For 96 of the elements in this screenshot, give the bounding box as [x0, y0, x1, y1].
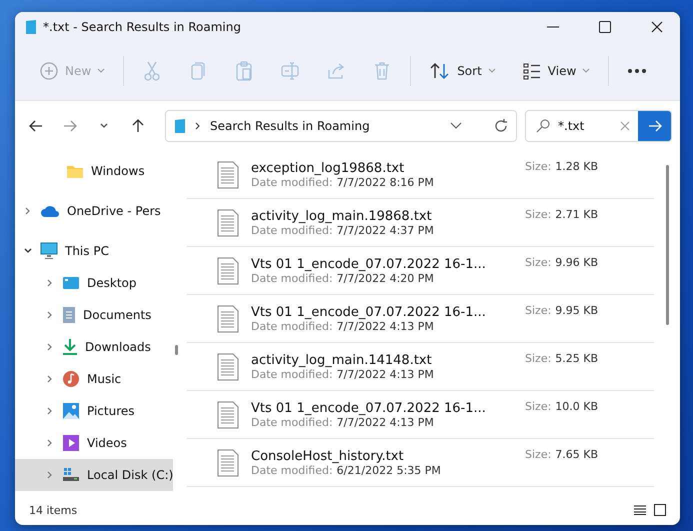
paste-icon — [234, 60, 254, 82]
file-name[interactable]: ConsoleHost_history.txt — [251, 448, 404, 464]
sort-button[interactable]: Sort — [417, 53, 508, 89]
sidebar-item[interactable]: Pictures — [15, 395, 174, 427]
file-size: 9.95 KB — [555, 304, 598, 317]
desktop-icon — [62, 276, 80, 290]
search-icon — [536, 119, 550, 133]
text-file-icon — [217, 160, 239, 188]
date-label: Date modified: — [251, 320, 333, 332]
maximize-icon — [599, 21, 611, 33]
file-size: 10.0 KB — [555, 400, 598, 413]
date-modified: 7/7/2022 4:37 PM — [336, 224, 434, 236]
chevron-down-icon — [99, 122, 109, 130]
size-label: Size: — [525, 208, 552, 221]
up-arrow-icon — [132, 119, 144, 133]
item-count: 14 items — [29, 504, 78, 516]
size-label: Size: — [525, 352, 552, 365]
size-label: Size: — [525, 400, 552, 413]
file-size: 5.25 KB — [555, 352, 598, 365]
sidebar-item[interactable]: Downloads — [15, 331, 174, 363]
download-icon — [62, 338, 78, 356]
date-modified: 7/7/2022 4:13 PM — [336, 368, 434, 380]
file-size: 7.65 KB — [555, 448, 598, 461]
size-label: Size: — [525, 160, 552, 173]
date-label: Date modified: — [251, 368, 333, 380]
date-modified: 7/7/2022 8:16 PM — [336, 176, 434, 188]
forward-arrow-icon — [63, 120, 77, 132]
date-label: Date modified: — [251, 176, 333, 188]
tiles-view-icon — [654, 504, 666, 516]
file-name[interactable]: Vts 01 1_encode_07.07.2022 16-1... — [251, 304, 486, 320]
size-label: Size: — [525, 304, 552, 317]
more-icon — [627, 68, 648, 74]
file-size: 9.96 KB — [555, 256, 598, 269]
share-icon — [326, 61, 346, 81]
date-label: Date modified: — [251, 272, 333, 284]
monitor-icon — [40, 242, 58, 260]
sidebar-item[interactable]: Videos — [15, 427, 174, 459]
clear-icon — [620, 121, 630, 131]
file-size: 1.28 KB — [555, 160, 598, 173]
sidebar-item[interactable]: Desktop — [15, 267, 174, 299]
window-title: *.txt - Search Results in Roaming — [43, 20, 242, 34]
search-go-button[interactable] — [638, 111, 671, 141]
list-view-icon — [522, 61, 542, 81]
arrow-right-icon — [648, 120, 662, 132]
file-size: 2.71 KB — [555, 208, 598, 221]
text-file-icon — [217, 352, 239, 380]
caret-icon — [488, 68, 496, 74]
size-label: Size: — [525, 256, 552, 269]
text-file-icon — [217, 208, 239, 236]
sidebar-item[interactable]: Local Disk (C:) — [15, 459, 174, 491]
music-icon — [62, 370, 80, 388]
text-file-icon — [217, 448, 239, 476]
caret-icon — [582, 68, 590, 74]
sidebar-item[interactable]: Documents — [15, 299, 174, 331]
details-view-icon — [634, 505, 646, 515]
rename-icon — [280, 61, 300, 81]
scrollbar-thumb[interactable] — [666, 165, 668, 325]
cloud-icon — [40, 204, 60, 218]
address-bar[interactable]: Search Results in Roaming — [165, 110, 517, 142]
file-name[interactable]: Vts 01 1_encode_07.07.2022 16-1... — [251, 400, 486, 416]
date-modified: 7/7/2022 4:13 PM — [336, 416, 434, 428]
chevron-down-icon — [450, 122, 462, 130]
search-box[interactable]: *.txt — [525, 110, 672, 142]
chevron-right-icon — [194, 121, 202, 131]
sidebar-item[interactable]: Music — [15, 363, 174, 395]
file-name[interactable]: exception_log19868.txt — [251, 160, 404, 176]
date-label: Date modified: — [251, 416, 333, 428]
minimize-icon — [547, 26, 559, 28]
file-name[interactable]: activity_log_main.19868.txt — [251, 208, 432, 224]
video-icon — [62, 434, 80, 452]
cut-icon — [142, 60, 162, 82]
view-button[interactable]: View — [510, 53, 602, 89]
text-file-icon — [217, 256, 239, 284]
scrollbar-thumb[interactable] — [175, 345, 178, 355]
close-icon — [651, 21, 663, 33]
date-modified: 7/7/2022 4:13 PM — [336, 320, 434, 332]
date-label: Date modified: — [251, 464, 333, 476]
refresh-icon — [494, 119, 508, 133]
text-file-icon — [217, 304, 239, 332]
sidebar-item[interactable]: Windows — [15, 155, 174, 187]
drive-icon — [62, 467, 80, 483]
back-arrow-icon — [29, 120, 43, 132]
date-modified: 7/7/2022 4:20 PM — [336, 272, 434, 284]
date-label: Date modified: — [251, 224, 333, 236]
date-modified: 6/21/2022 5:35 PM — [336, 464, 441, 476]
sidebar-item[interactable]: OneDrive - Pers — [15, 195, 174, 227]
picture-icon — [62, 402, 80, 420]
file-name[interactable]: activity_log_main.14148.txt — [251, 352, 432, 368]
plus-circle-icon — [39, 61, 59, 81]
sidebar-item[interactable]: This PC — [15, 235, 174, 267]
sort-icon — [429, 61, 452, 81]
caret-icon — [97, 68, 106, 74]
size-label: Size: — [525, 448, 552, 461]
text-file-icon — [217, 400, 239, 428]
file-name[interactable]: Vts 01 1_encode_07.07.2022 16-1... — [251, 256, 486, 272]
document-icon — [62, 306, 76, 324]
